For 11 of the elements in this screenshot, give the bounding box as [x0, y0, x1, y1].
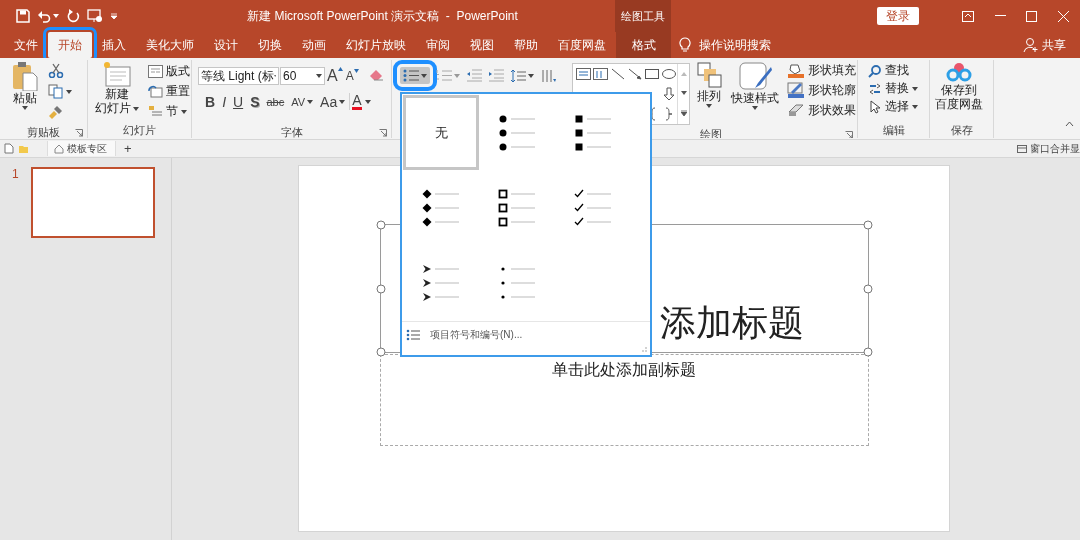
contextual-tab-header: 绘图工具	[615, 0, 671, 32]
group-label: 字体	[280, 124, 303, 138]
slide-number: 1	[12, 167, 19, 181]
group-label: 剪贴板	[27, 124, 60, 138]
group-label: 保存	[950, 123, 973, 138]
window-title: 新建 Microsoft PowerPoint 演示文稿 - PowerPoint	[246, 7, 519, 25]
group-label: 编辑	[882, 123, 905, 138]
slide-title: 添加标题	[659, 301, 804, 345]
slide-subtitle: 单击此处添加副标题	[552, 360, 696, 380]
group-label: 幻灯片	[123, 123, 156, 138]
group-label: 绘图	[700, 126, 722, 138]
